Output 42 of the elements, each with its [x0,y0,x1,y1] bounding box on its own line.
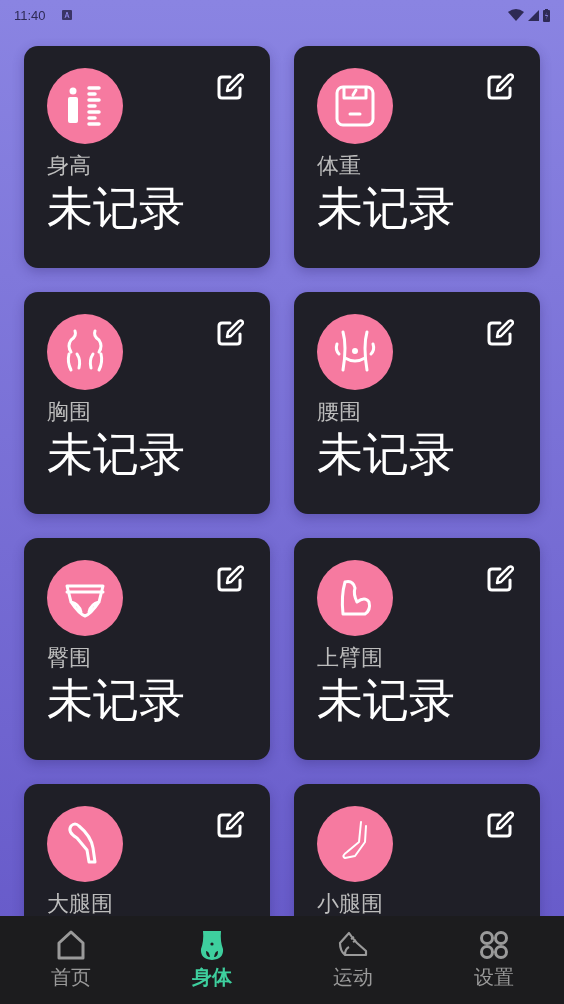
edit-icon[interactable] [216,811,244,839]
edit-icon[interactable] [486,73,514,101]
metric-card[interactable]: 体重 未记录 [294,46,540,268]
edit-icon[interactable] [486,811,514,839]
metric-value: 未记录 [317,673,456,729]
nav-tab[interactable]: 运动 [282,916,423,1004]
edit-icon[interactable] [216,319,244,347]
metric-label: 身高 [47,153,92,180]
metric-card[interactable]: 腰围 未记录 [294,292,540,514]
metric-label: 体重 [317,153,362,180]
metric-card[interactable]: 大腿围 [24,784,270,916]
notification-icon [61,10,72,20]
metric-value: 未记录 [47,427,186,483]
ruler-figure-icon [47,68,123,144]
metric-value: 未记录 [317,181,456,237]
metric-label: 大腿围 [47,891,114,916]
metric-card[interactable]: 上臂围 未记录 [294,538,540,760]
metric-value: 未记录 [47,181,186,237]
metric-card[interactable]: 身高 未记录 [24,46,270,268]
metric-label: 臀围 [47,645,92,672]
metric-card[interactable]: 胸围 未记录 [24,292,270,514]
edit-icon[interactable] [216,73,244,101]
metric-label: 胸围 [47,399,92,426]
metric-label: 腰围 [317,399,362,426]
metric-label: 小腿围 [317,891,384,916]
scale-icon [317,68,393,144]
edit-icon[interactable] [486,319,514,347]
metric-value: 未记录 [317,427,456,483]
metric-card[interactable]: 臀围 未记录 [24,538,270,760]
nav-tab[interactable]: 身体 [141,916,282,1004]
grid-icon [477,929,510,961]
edit-icon[interactable] [216,565,244,593]
metric-value: 未记录 [47,673,186,729]
signal-icon [528,9,539,21]
nav-tab[interactable]: 设置 [423,916,564,1004]
metric-label: 上臂围 [317,645,384,672]
nav-tab[interactable]: 首页 [0,916,141,1004]
metric-card[interactable]: 小腿围 [294,784,540,916]
wifi-icon [508,9,524,21]
battery-icon [543,8,550,22]
edit-icon[interactable] [486,565,514,593]
status-time: 11:40 [14,7,46,23]
